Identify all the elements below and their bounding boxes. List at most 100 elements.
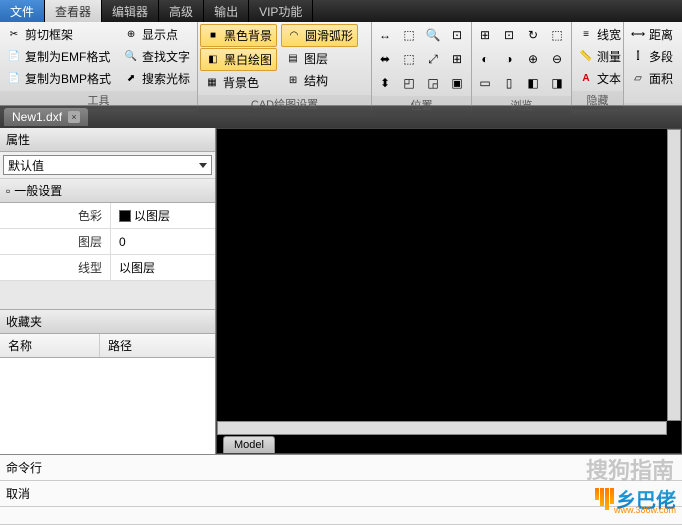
col-name[interactable]: 名称 [0, 334, 100, 357]
browse-icon[interactable]: ⊡ [498, 24, 520, 46]
group-position-label: 位置 [372, 96, 471, 114]
menu-file[interactable]: 文件 [0, 0, 45, 22]
text-button[interactable]: A文本 [574, 68, 625, 89]
nav-icon[interactable]: ⬍ [374, 72, 396, 94]
menu-vip[interactable]: VIP功能 [249, 0, 313, 22]
prop-row-linetype[interactable]: 线型 以图层 [0, 255, 215, 281]
browse-icon[interactable]: ◧ [522, 72, 544, 94]
square-icon: ■ [205, 28, 221, 44]
smooth-arc-button[interactable]: ◠圆滑弧形 [281, 24, 358, 47]
prop-row-color[interactable]: 色彩 以图层 [0, 203, 215, 229]
nav-icon[interactable]: ▣ [446, 72, 468, 94]
position-icons: ↔⬚🔍⊡ ⬌⬚⤢⊞ ⬍◰◲▣ [372, 22, 471, 96]
menu-editor[interactable]: 编辑器 [102, 0, 159, 22]
default-combo[interactable]: 默认值 [3, 155, 212, 175]
structure-button[interactable]: ⊞结构 [281, 70, 358, 91]
command-undo[interactable]: 取消 [0, 481, 682, 507]
favorites-header: 收藏夹 [0, 309, 215, 334]
layer-button[interactable]: ▤图层 [281, 48, 358, 69]
copy-icon: 📄 [6, 49, 22, 65]
group-browse-label: 浏览 [472, 96, 571, 114]
color-swatch [119, 210, 131, 222]
bg-color-button[interactable]: ▦背景色 [200, 72, 277, 93]
command-input[interactable] [0, 507, 682, 525]
palette-icon: ▦ [204, 75, 220, 91]
nav-icon[interactable]: ◲ [422, 72, 444, 94]
copy-emf-button[interactable]: 📄复制为EMF格式 [2, 46, 115, 67]
arc-icon: ◠ [286, 28, 302, 44]
measure-button[interactable]: 📏测量 [574, 46, 625, 67]
nav-icon[interactable]: 🔍 [422, 24, 444, 46]
square-icon: ◧ [205, 52, 221, 68]
cut-frame-button[interactable]: ✂剪切框架 [2, 24, 115, 45]
col-path[interactable]: 路径 [100, 334, 140, 357]
nav-icon[interactable]: ⤢ [422, 48, 444, 70]
favorites-columns: 名称 路径 [0, 334, 215, 358]
tree-icon: ⊞ [285, 73, 301, 89]
properties-panel: 属性 默认值 ▫ 一般设置 色彩 以图层 图层 0 线型 以图层 收藏夹 [0, 128, 216, 454]
nav-icon[interactable]: ⬚ [398, 24, 420, 46]
prop-row-layer[interactable]: 图层 0 [0, 229, 215, 255]
search-icon: 🔍 [123, 49, 139, 65]
workspace: 属性 默认值 ▫ 一般设置 色彩 以图层 图层 0 线型 以图层 收藏夹 [0, 128, 682, 454]
property-list: 色彩 以图层 图层 0 线型 以图层 [0, 203, 215, 281]
menu-viewer[interactable]: 查看器 [45, 0, 102, 22]
nav-icon[interactable]: ⬚ [398, 48, 420, 70]
scissors-icon: ✂ [6, 27, 22, 43]
ruler-icon: 📏 [578, 49, 594, 65]
copy-icon: 📄 [6, 71, 22, 87]
menu-output[interactable]: 输出 [204, 0, 249, 22]
browse-icon[interactable]: ▭ [474, 72, 496, 94]
favorites-list[interactable] [0, 358, 215, 454]
command-line-label[interactable]: 命令行 [0, 455, 682, 481]
command-area: 命令行 取消 [0, 454, 682, 525]
find-text-button[interactable]: 🔍查找文字 [119, 46, 194, 67]
polyline-icon: ⫿ [630, 49, 646, 65]
drawing-canvas[interactable]: Model [216, 128, 682, 454]
show-point-button[interactable]: ⊕显示点 [119, 24, 194, 45]
bw-draw-button[interactable]: ◧黑白绘图 [200, 48, 277, 71]
nav-icon[interactable]: ⬌ [374, 48, 396, 70]
combo-value: 默认值 [8, 157, 44, 174]
polyline-button[interactable]: ⫿多段 [626, 46, 677, 67]
group-cad-label: CAD绘图设置 [198, 95, 371, 113]
area-button[interactable]: ▱面积 [626, 68, 677, 89]
menu-bar: 文件 查看器 编辑器 高级 输出 VIP功能 [0, 0, 682, 22]
collapse-icon: ▫ [6, 184, 10, 198]
ribbon: ✂剪切框架 📄复制为EMF格式 📄复制为BMP格式 ⊕显示点 🔍查找文字 ⬈搜索… [0, 22, 682, 106]
distance-icon: ⟷ [630, 27, 646, 43]
search-cursor-button[interactable]: ⬈搜索光标 [119, 68, 194, 89]
text-icon: A [578, 71, 594, 87]
line-icon: ≡ [578, 27, 594, 43]
file-tab[interactable]: New1.dxf × [4, 108, 88, 126]
chevron-down-icon [199, 163, 207, 168]
browse-icon[interactable]: ◨ [546, 72, 568, 94]
target-icon: ⊕ [123, 27, 139, 43]
nav-icon[interactable]: ⊞ [446, 48, 468, 70]
nav-icon[interactable]: ↔ [374, 24, 396, 46]
file-tab-name: New1.dxf [12, 110, 62, 124]
scrollbar-vertical[interactable] [667, 129, 681, 421]
copy-bmp-button[interactable]: 📄复制为BMP格式 [2, 68, 115, 89]
scrollbar-horizontal[interactable] [217, 421, 667, 435]
black-bg-button[interactable]: ■黑色背景 [200, 24, 277, 47]
lineweight-button[interactable]: ≡线宽 [574, 24, 625, 45]
model-tab[interactable]: Model [223, 436, 275, 453]
browse-icon[interactable]: ⬚ [546, 24, 568, 46]
browse-icon[interactable]: ⊕ [522, 48, 544, 70]
layers-icon: ▤ [285, 51, 301, 67]
nav-icon[interactable]: ◰ [398, 72, 420, 94]
browse-icon[interactable]: ▯ [498, 72, 520, 94]
nav-icon[interactable]: ⊡ [446, 24, 468, 46]
distance-button[interactable]: ⟷距离 [626, 24, 677, 45]
group-hide-label: 隐藏 [572, 91, 623, 109]
menu-advanced[interactable]: 高级 [159, 0, 204, 22]
browse-icon[interactable]: ◐ [474, 48, 496, 70]
browse-icons: ⊞⊡↻⬚ ◐◑⊕⊖ ▭▯◧◨ [472, 22, 571, 96]
close-tab-icon[interactable]: × [68, 111, 80, 123]
browse-icon[interactable]: ⊞ [474, 24, 496, 46]
browse-icon[interactable]: ⊖ [546, 48, 568, 70]
browse-icon[interactable]: ◑ [498, 48, 520, 70]
general-section-header[interactable]: ▫ 一般设置 [0, 178, 215, 203]
browse-icon[interactable]: ↻ [522, 24, 544, 46]
